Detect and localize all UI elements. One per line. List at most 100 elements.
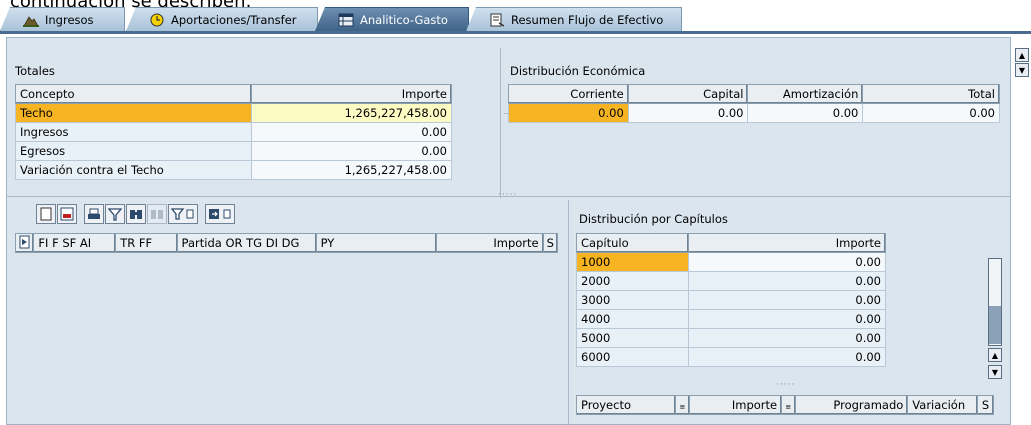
scroll-down-icon[interactable]: ▼ <box>988 365 1002 379</box>
tab-label: Ingresos <box>45 12 94 27</box>
scrollbar-thumb[interactable] <box>989 306 1001 344</box>
column-header-s[interactable]: S <box>542 233 559 253</box>
concepto-cell[interactable]: Ingresos <box>15 122 252 142</box>
column-header-py[interactable]: PY <box>315 233 438 253</box>
table-row[interactable]: 5000 0.00 <box>576 328 887 348</box>
table-row[interactable]: 0.00 0.00 0.00 0.00 <box>508 103 1000 123</box>
importe-cell[interactable]: 0.00 <box>687 290 887 310</box>
table-row[interactable]: 1000 0.00 <box>576 252 887 272</box>
importe-cell[interactable]: 0.00 <box>687 271 887 291</box>
column-header-partida[interactable]: Partida OR TG DI DG <box>176 233 317 253</box>
proyectos-table: Proyecto ≡ Importe ≡ Programado Variació… <box>575 395 994 415</box>
column-header-programado[interactable]: Programado <box>794 395 909 415</box>
capitulo-cell[interactable]: 1000 <box>576 252 689 272</box>
capital-cell[interactable]: 0.00 <box>627 103 749 123</box>
table-row[interactable]: Variación contra el Techo 1,265,227,458.… <box>15 160 499 180</box>
grid-toolbar <box>36 204 236 226</box>
clock-icon <box>149 13 165 27</box>
tab-underline <box>0 31 1031 34</box>
splitter-handle-icon[interactable]: ····· <box>498 190 517 200</box>
column-header-importe[interactable]: Importe <box>436 233 544 253</box>
distribucion-economica-table: Corriente Capital Amortización Total 0.0… <box>508 84 1000 123</box>
select-all-icon[interactable] <box>14 233 35 253</box>
vertical-splitter[interactable] <box>500 48 504 198</box>
empty-cell <box>451 122 499 142</box>
importe-cell[interactable]: 0.00 <box>687 328 887 348</box>
scroll-up-icon[interactable]: ▲ <box>1015 48 1029 62</box>
concepto-cell[interactable]: Egresos <box>15 141 252 161</box>
column-header-amortizacion[interactable]: Amortización <box>747 84 864 104</box>
capitulo-cell[interactable]: 6000 <box>576 347 689 367</box>
column-header-total[interactable]: Total <box>862 84 1000 104</box>
importe-cell[interactable]: 0.00 <box>687 252 887 272</box>
totales-table: Concepto Importe Techo 1,265,227,458.00 … <box>15 84 499 180</box>
tab-label: Aportaciones/Transfer <box>171 12 297 27</box>
column-header-importe[interactable]: Importe <box>687 233 887 253</box>
totales-title: Totales <box>15 64 55 78</box>
corriente-cell[interactable]: 0.00 <box>508 103 629 123</box>
table-row[interactable]: Egresos 0.00 <box>15 141 499 161</box>
mountain-icon <box>23 13 39 27</box>
outer-scroll[interactable]: ▲ ▼ <box>1015 48 1029 88</box>
tab-analitico-gasto[interactable]: Analitico-Gasto <box>315 7 469 31</box>
column-header-fi-f-sf-ai[interactable]: FI F SF AI <box>33 233 117 253</box>
table-row[interactable]: 6000 0.00 <box>576 347 887 367</box>
export-icon[interactable] <box>205 204 235 224</box>
column-header-s[interactable]: S <box>977 395 994 415</box>
splitter-handle-icon[interactable]: ····· <box>776 380 795 390</box>
capitulo-cell[interactable]: 4000 <box>576 309 689 329</box>
capitulo-cell[interactable]: 3000 <box>576 290 689 310</box>
column-header-capital[interactable]: Capital <box>627 84 749 104</box>
delete-row-icon[interactable] <box>57 204 77 224</box>
table-row[interactable]: 2000 0.00 <box>576 271 887 291</box>
table-row[interactable]: Ingresos 0.00 <box>15 122 499 142</box>
sort-icon[interactable]: ≡ <box>675 395 690 415</box>
importe-cell[interactable]: 0.00 <box>687 309 887 329</box>
filter-dropdown-icon[interactable] <box>168 204 198 224</box>
column-header-proyecto[interactable]: Proyecto <box>575 395 677 415</box>
tab-strip: Ingresos Aportaciones/Transfer Analitico… <box>0 7 1031 32</box>
scrollbar-track[interactable] <box>988 258 1002 346</box>
print-icon[interactable] <box>84 204 104 224</box>
find-icon[interactable] <box>126 204 146 224</box>
capitulos-scrollbar[interactable]: ▲ ▼ <box>986 234 1004 386</box>
capitulos-title: Distribución por Capítulos <box>579 212 728 226</box>
distribucion-economica-title: Distribución Económica <box>510 64 646 78</box>
table-row[interactable]: 3000 0.00 <box>576 290 887 310</box>
tab-resumen-flujo[interactable]: Resumen Flujo de Efectivo <box>466 7 682 31</box>
table-row[interactable]: 4000 0.00 <box>576 309 887 329</box>
document-icon <box>489 13 505 27</box>
importe-cell[interactable]: 1,265,227,458.00 <box>251 103 452 123</box>
sort-icon[interactable]: ≡ <box>781 395 796 415</box>
importe-cell[interactable]: 0.00 <box>687 347 887 367</box>
capitulo-cell[interactable]: 2000 <box>576 271 689 291</box>
column-header-variacion[interactable]: Variación <box>907 395 979 415</box>
tab-ingresos[interactable]: Ingresos <box>0 7 125 31</box>
concepto-cell[interactable]: Techo <box>15 103 252 123</box>
lower-vertical-splitter[interactable] <box>568 200 569 425</box>
empty-cell <box>451 160 499 180</box>
capitulo-cell[interactable]: 5000 <box>576 328 689 348</box>
column-header-importe[interactable]: Importe <box>688 395 783 415</box>
amortizacion-cell[interactable]: 0.00 <box>747 103 864 123</box>
tab-aportaciones[interactable]: Aportaciones/Transfer <box>126 7 318 31</box>
total-cell[interactable]: 0.00 <box>862 103 1000 123</box>
column-header-capitulo[interactable]: Capítulo <box>576 233 689 253</box>
column-header-importe[interactable]: Importe <box>251 84 452 104</box>
grid-icon <box>338 13 354 27</box>
importe-cell[interactable]: 0.00 <box>251 122 452 142</box>
column-header-concepto[interactable]: Concepto <box>15 84 252 104</box>
empty-cell <box>451 141 499 161</box>
find-next-icon[interactable] <box>147 204 167 224</box>
scroll-up-icon[interactable]: ▲ <box>988 348 1002 362</box>
column-header-tr-ff[interactable]: TR FF <box>115 233 178 253</box>
table-row[interactable]: Techo 1,265,227,458.00 <box>15 103 499 123</box>
importe-cell[interactable]: 1,265,227,458.00 <box>251 160 452 180</box>
importe-cell[interactable]: 0.00 <box>251 141 452 161</box>
scroll-down-icon[interactable]: ▼ <box>1015 63 1029 77</box>
column-header-corriente[interactable]: Corriente <box>508 84 629 104</box>
filter-icon[interactable] <box>105 204 125 224</box>
details-icon[interactable] <box>36 204 56 224</box>
concepto-cell[interactable]: Variación contra el Techo <box>15 160 252 180</box>
tab-label: Resumen Flujo de Efectivo <box>511 12 664 27</box>
